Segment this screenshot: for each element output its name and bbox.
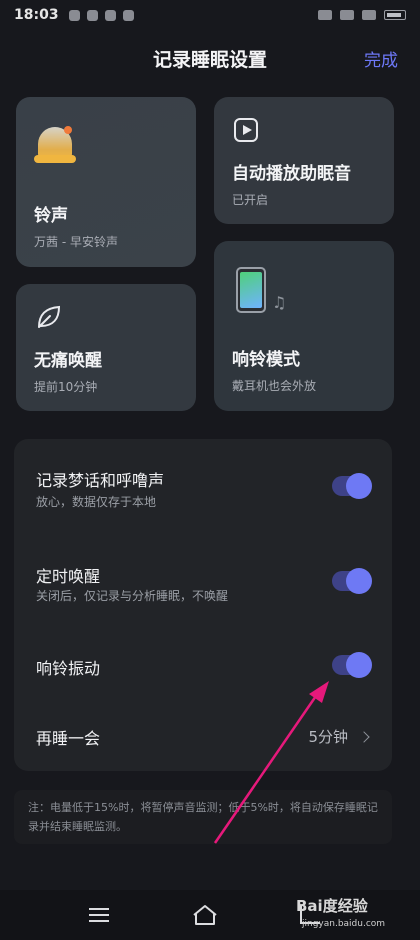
- page-title: 记录睡眠设置: [152, 49, 267, 71]
- timed-wake-row: 定时唤醒 关闭后，仅记录与分析睡眠，不唤醒: [14, 563, 392, 623]
- record-sounds-row: 记录梦话和呼噜声 放心，数据仅存于本地: [14, 467, 392, 527]
- phone-icon: [236, 267, 266, 313]
- notification-icons: [68, 9, 134, 21]
- row-title: 再睡一会: [36, 729, 101, 748]
- system-icons: [318, 10, 406, 20]
- snooze-value: 5分钟: [308, 728, 348, 746]
- card-subtitle: 戴耳机也会外放: [232, 379, 317, 393]
- record-sounds-toggle[interactable]: [332, 473, 372, 499]
- painless-wake-card[interactable]: 无痛唤醒 提前10分钟: [16, 284, 196, 411]
- row-title: 响铃振动: [36, 659, 101, 678]
- header: 记录睡眠设置 完成: [0, 40, 420, 76]
- notification-icon: [86, 9, 98, 21]
- row-title: 记录梦话和呼噜声: [36, 471, 165, 490]
- menu-icon[interactable]: [89, 908, 109, 922]
- chevron-right-icon: [358, 731, 370, 743]
- card-title: 自动播放助眠音: [232, 164, 351, 184]
- autoplay-sleep-sound-card[interactable]: 自动播放助眠音 已开启: [214, 97, 394, 224]
- status-bar: 18:03: [0, 0, 420, 30]
- card-title: 铃声: [34, 206, 68, 226]
- battery-note: 注：电量低于15%时，将暂停声音监测；低于5%时，将自动保存睡眠记录并结束睡眠监…: [14, 790, 392, 844]
- ring-vibrate-row: 响铃振动: [14, 652, 392, 683]
- ring-vibrate-toggle[interactable]: [332, 652, 372, 678]
- music-note-icon: ♫: [272, 293, 287, 312]
- watermark-url: jingyan.baidu.com: [302, 919, 386, 929]
- toggle-knob: [346, 473, 372, 499]
- ringtone-card[interactable]: 铃声 万茜 - 早安铃声: [16, 97, 196, 267]
- signal-icon: [318, 10, 332, 20]
- notification-icon: [104, 9, 116, 21]
- notification-icon: [122, 9, 134, 21]
- row-subtitle: 放心，数据仅存于本地: [36, 495, 157, 509]
- row-subtitle: 关闭后，仅记录与分析睡眠，不唤醒: [36, 589, 229, 603]
- card-subtitle: 万茜 - 早安铃声: [34, 235, 118, 249]
- toggle-knob: [346, 568, 372, 594]
- card-subtitle: 已开启: [232, 193, 269, 207]
- settings-panel: 记录梦话和呼噜声 放心，数据仅存于本地 定时唤醒 关闭后，仅记录与分析睡眠，不唤…: [14, 439, 392, 771]
- card-title: 响铃模式: [232, 350, 300, 370]
- card-subtitle: 提前10分钟: [34, 380, 98, 394]
- row-title: 定时唤醒: [36, 567, 101, 586]
- bell-icon: [34, 125, 78, 169]
- signal-icon: [340, 10, 354, 20]
- notification-icon: [68, 9, 80, 21]
- card-title: 无痛唤醒: [34, 351, 102, 371]
- status-time: 18:03: [14, 7, 59, 23]
- toggle-knob: [346, 652, 372, 678]
- watermark-logo: Bai度经验: [296, 897, 368, 915]
- play-icon: [234, 118, 258, 142]
- home-icon[interactable]: [192, 904, 218, 926]
- battery-icon: [384, 10, 406, 20]
- leaf-icon: [38, 305, 61, 328]
- snooze-row[interactable]: 再睡一会 5分钟: [14, 723, 392, 753]
- ring-mode-card[interactable]: ♫ 响铃模式 戴耳机也会外放: [214, 241, 394, 411]
- wifi-icon: [362, 10, 376, 20]
- timed-wake-toggle[interactable]: [332, 568, 372, 594]
- done-button[interactable]: 完成: [364, 46, 398, 71]
